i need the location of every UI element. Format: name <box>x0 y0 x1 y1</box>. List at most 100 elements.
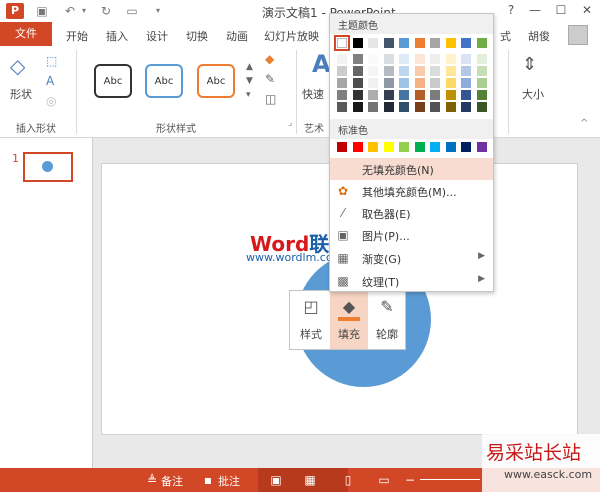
style-box-dark[interactable]: Abc <box>94 64 132 98</box>
standard-color-swatch[interactable] <box>461 142 471 152</box>
standard-color-swatch[interactable] <box>445 142 456 152</box>
size-icon[interactable]: ⇕ <box>522 54 537 75</box>
theme-shade-swatch[interactable] <box>399 78 409 88</box>
style-box-orange[interactable]: Abc <box>197 64 235 98</box>
tab-transitions[interactable]: 切换 <box>186 28 208 44</box>
theme-shade-swatch[interactable] <box>337 90 347 100</box>
comments-button[interactable]: 批注 <box>218 473 240 489</box>
maximize-button[interactable]: ☐ <box>552 3 570 17</box>
theme-shade-swatch[interactable] <box>399 90 409 100</box>
shape-effects-icon[interactable]: ◫ <box>265 92 276 106</box>
theme-shade-swatch[interactable] <box>461 90 471 100</box>
theme-shade-swatch[interactable] <box>430 54 440 64</box>
notes-button[interactable]: 备注 <box>161 473 183 489</box>
customize-qat-icon[interactable]: ▾ <box>150 4 166 18</box>
notes-icon[interactable]: ≜ <box>144 472 160 488</box>
theme-shade-swatch[interactable] <box>383 78 394 88</box>
edit-shape-icon[interactable]: ⬚ <box>46 54 57 68</box>
shape-outline-icon[interactable]: ✎ <box>265 72 275 86</box>
avatar[interactable] <box>568 25 588 45</box>
theme-shade-swatch[interactable] <box>352 90 363 100</box>
theme-shade-swatch[interactable] <box>352 66 363 76</box>
standard-color-swatch[interactable] <box>383 142 394 152</box>
theme-shade-swatch[interactable] <box>383 54 394 64</box>
theme-shade-swatch[interactable] <box>445 90 456 100</box>
panel-divider[interactable] <box>92 138 93 468</box>
standard-color-swatch[interactable] <box>476 142 487 152</box>
tab-insert[interactable]: 插入 <box>106 28 128 44</box>
standard-color-swatch[interactable] <box>414 142 425 152</box>
theme-shade-swatch[interactable] <box>445 66 456 76</box>
text-box-icon[interactable]: A <box>46 74 54 88</box>
theme-shade-swatch[interactable] <box>476 54 487 64</box>
theme-shade-swatch[interactable] <box>414 78 425 88</box>
standard-color-swatch[interactable] <box>430 142 440 152</box>
theme-shade-swatch[interactable] <box>337 54 347 64</box>
zoom-out-icon[interactable]: − <box>402 472 418 488</box>
standard-color-swatch[interactable] <box>399 142 409 152</box>
collapse-ribbon-icon[interactable]: ^ <box>580 118 588 129</box>
zoom-slider[interactable] <box>420 479 480 480</box>
theme-shade-swatch[interactable] <box>414 102 425 112</box>
theme-color-swatch[interactable] <box>399 38 409 48</box>
theme-shade-swatch[interactable] <box>383 90 394 100</box>
theme-shade-swatch[interactable] <box>461 54 471 64</box>
style-box-blue[interactable]: Abc <box>145 64 183 98</box>
theme-color-swatch[interactable] <box>383 38 394 48</box>
theme-shade-swatch[interactable] <box>476 90 487 100</box>
repeat-icon[interactable]: ↻ <box>98 4 114 18</box>
standard-color-swatch[interactable] <box>337 142 347 152</box>
theme-shade-swatch[interactable] <box>430 102 440 112</box>
theme-shade-swatch[interactable] <box>414 90 425 100</box>
comments-icon[interactable]: ▪ <box>200 472 216 488</box>
tab-file[interactable]: 文件 <box>0 22 52 46</box>
theme-shade-swatch[interactable] <box>430 78 440 88</box>
theme-shade-swatch[interactable] <box>461 102 471 112</box>
scroll-up-icon[interactable]: ▲ <box>246 62 253 72</box>
scroll-down-icon[interactable]: ▼ <box>246 76 253 86</box>
help-button[interactable]: ? <box>502 3 520 17</box>
theme-color-swatch[interactable] <box>352 38 363 48</box>
theme-color-swatch[interactable] <box>368 38 378 48</box>
gallery-more-icon[interactable]: ▾ <box>246 90 251 100</box>
menu-item-gradient[interactable]: ▦ 渐变(G) ▶ <box>330 247 493 269</box>
theme-shade-swatch[interactable] <box>445 78 456 88</box>
theme-shade-swatch[interactable] <box>414 66 425 76</box>
theme-shade-swatch[interactable] <box>476 102 487 112</box>
theme-color-swatch[interactable] <box>476 38 487 48</box>
theme-shade-swatch[interactable] <box>476 78 487 88</box>
tab-home[interactable]: 开始 <box>66 28 88 44</box>
theme-shade-swatch[interactable] <box>368 90 378 100</box>
slide-sorter-icon[interactable]: ▦ <box>302 472 318 488</box>
theme-shade-swatch[interactable] <box>352 102 363 112</box>
theme-shade-swatch[interactable] <box>368 54 378 64</box>
theme-shade-swatch[interactable] <box>337 78 347 88</box>
theme-shade-swatch[interactable] <box>352 78 363 88</box>
slide-thumbnail[interactable] <box>23 152 73 182</box>
close-button[interactable]: ✕ <box>578 3 596 17</box>
standard-color-swatch[interactable] <box>352 142 363 152</box>
theme-shade-swatch[interactable] <box>430 90 440 100</box>
user-name[interactable]: 胡俊 <box>528 28 550 44</box>
theme-color-swatch[interactable] <box>445 38 456 48</box>
theme-color-swatch[interactable] <box>414 38 425 48</box>
theme-shade-swatch[interactable] <box>399 66 409 76</box>
standard-color-swatch[interactable] <box>368 142 378 152</box>
theme-shade-swatch[interactable] <box>461 78 471 88</box>
undo-dropdown-icon[interactable]: ▾ <box>76 4 92 18</box>
shapes-button-label[interactable]: 形状 <box>10 86 32 102</box>
save-icon[interactable]: ▣ <box>34 4 50 18</box>
theme-color-swatch[interactable] <box>461 38 471 48</box>
mini-fill-button[interactable]: ◆ 填充 <box>330 291 368 349</box>
theme-shade-swatch[interactable] <box>383 66 394 76</box>
normal-view-icon[interactable]: ▣ <box>268 472 284 488</box>
menu-item-texture[interactable]: ▩ 纹理(T) ▶ <box>330 270 493 292</box>
tab-animations[interactable]: 动画 <box>226 28 248 44</box>
theme-color-swatch[interactable] <box>430 38 440 48</box>
menu-item-no-fill[interactable]: 无填充颜色(N) <box>330 158 493 180</box>
theme-shade-swatch[interactable] <box>383 102 394 112</box>
menu-item-eyedropper[interactable]: ⁄ 取色器(E) <box>330 202 493 224</box>
theme-shade-swatch[interactable] <box>399 102 409 112</box>
present-icon[interactable]: ▭ <box>124 4 140 18</box>
theme-shade-swatch[interactable] <box>430 66 440 76</box>
